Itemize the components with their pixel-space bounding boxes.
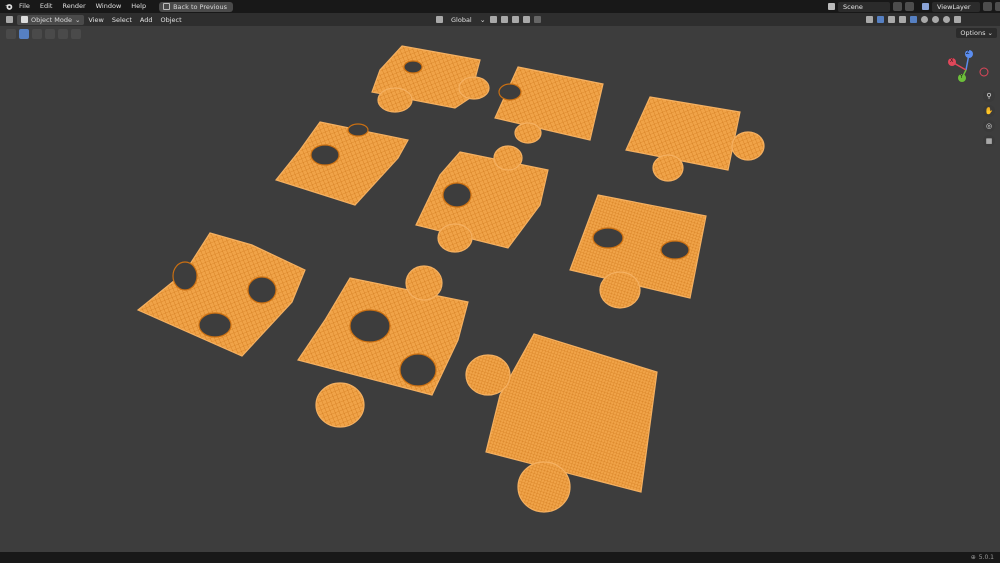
- perspective-toggle-icon[interactable]: ▦: [983, 135, 995, 147]
- menu-object[interactable]: Object: [157, 15, 186, 25]
- select-extend-icon[interactable]: [32, 28, 42, 39]
- mode-selector[interactable]: Object Mode ⌄: [17, 14, 85, 25]
- puzzle-piece-1[interactable]: [371, 45, 490, 113]
- scene-icon[interactable]: [828, 3, 835, 10]
- axis-x-label: X: [950, 58, 954, 64]
- snap-target-icon[interactable]: [511, 16, 519, 23]
- editor-type-icon[interactable]: [6, 16, 13, 23]
- menu-select[interactable]: Select: [108, 15, 136, 25]
- puzzle-piece-6[interactable]: [569, 194, 707, 309]
- rendered-shading-icon[interactable]: [943, 16, 950, 23]
- axis-z-label: Z: [966, 50, 970, 56]
- back-to-previous-label: Back to Previous: [173, 2, 228, 11]
- view-layer-name-field[interactable]: ViewLayer: [932, 1, 980, 12]
- menu-file[interactable]: File: [14, 0, 35, 13]
- scene-name-field[interactable]: Scene: [838, 1, 890, 12]
- top-menu-bar: File Edit Render Window Help Back to Pre…: [0, 0, 1000, 13]
- transform-controls: Global ⌄: [436, 15, 541, 25]
- chevron-down-icon: ⌄: [987, 29, 993, 37]
- snap-icon[interactable]: [500, 16, 508, 23]
- options-dropdown[interactable]: Options ⌄: [956, 28, 997, 38]
- version-label: 5.0.1: [978, 554, 994, 561]
- scene-selector: Scene: [828, 1, 914, 12]
- pan-hand-icon[interactable]: ✋: [983, 105, 995, 117]
- chevron-down-icon: ⌄: [74, 15, 81, 24]
- camera-view-icon[interactable]: ◎: [983, 120, 995, 132]
- puzzle-piece-8[interactable]: [297, 265, 469, 428]
- globe-icon: ⊕: [970, 554, 976, 561]
- navigation-gizmo[interactable]: Z X Y: [944, 48, 994, 88]
- screen-icon: [163, 3, 171, 10]
- material-shading-icon[interactable]: [932, 16, 939, 23]
- menu-view[interactable]: View: [84, 15, 107, 25]
- object-mode-icon: [21, 16, 28, 23]
- menu-edit[interactable]: Edit: [35, 0, 58, 13]
- view-layer-icon[interactable]: [922, 3, 929, 10]
- delete-view-layer-icon[interactable]: [995, 2, 1000, 11]
- options-label: Options: [960, 29, 986, 37]
- select-intersect-icon[interactable]: [71, 28, 81, 39]
- cursor-tool-icon[interactable]: [6, 28, 16, 39]
- gizmo-toggle-icon[interactable]: [877, 16, 884, 23]
- 3d-viewport[interactable]: Z X Y ⚲ ✋ ◎ ▦: [0, 26, 1000, 552]
- menu-render[interactable]: Render: [57, 0, 90, 13]
- viewport-header: Object Mode ⌄ View Select Add Object Glo…: [0, 13, 1000, 26]
- chevron-down-icon: ⌄: [479, 15, 486, 24]
- proportional-editing-icon[interactable]: [522, 16, 530, 23]
- solid-shading-icon[interactable]: [921, 16, 928, 23]
- puzzle-piece-7[interactable]: [136, 232, 306, 357]
- puzzle-piece-4[interactable]: [274, 121, 409, 206]
- puzzle-piece-2[interactable]: [494, 66, 604, 144]
- falloff-icon[interactable]: [533, 16, 541, 23]
- wireframe-mesh-canvas: [136, 45, 765, 513]
- shading-options-icon[interactable]: [954, 16, 961, 23]
- back-to-previous-button[interactable]: Back to Previous: [159, 1, 234, 12]
- visibility-icon[interactable]: [866, 16, 873, 23]
- menu-help[interactable]: Help: [126, 0, 151, 13]
- puzzle-piece-9[interactable]: [465, 333, 658, 513]
- puzzle-piece-3[interactable]: [625, 96, 765, 182]
- blender-logo-icon[interactable]: [2, 0, 14, 13]
- select-subtract-icon[interactable]: [45, 28, 55, 39]
- select-box-icon[interactable]: [19, 28, 29, 39]
- pivot-point-icon[interactable]: [489, 16, 497, 23]
- transform-orientation-select[interactable]: Global: [447, 15, 476, 25]
- select-invert-icon[interactable]: [58, 28, 68, 39]
- wireframe-shading-icon[interactable]: [910, 16, 917, 23]
- menu-window[interactable]: Window: [91, 0, 127, 13]
- xray-toggle-icon[interactable]: [899, 16, 906, 23]
- delete-scene-icon[interactable]: [905, 2, 914, 11]
- overlay-toggle-icon[interactable]: [888, 16, 895, 23]
- mode-label: Object Mode: [31, 15, 72, 24]
- view-layer-selector: ViewLayer: [922, 1, 1000, 12]
- puzzle-piece-5[interactable]: [415, 145, 549, 253]
- transform-orientation-icon[interactable]: [436, 16, 443, 23]
- viewport-display-controls: [866, 16, 961, 23]
- new-view-layer-icon[interactable]: [983, 2, 992, 11]
- zoom-icon[interactable]: ⚲: [983, 90, 995, 102]
- axis-y-label: Y: [960, 74, 964, 80]
- menu-add[interactable]: Add: [136, 15, 157, 25]
- new-scene-icon[interactable]: [893, 2, 902, 11]
- select-mode-toolbar: [6, 28, 81, 39]
- status-bar: ⊕ 5.0.1: [0, 552, 1000, 563]
